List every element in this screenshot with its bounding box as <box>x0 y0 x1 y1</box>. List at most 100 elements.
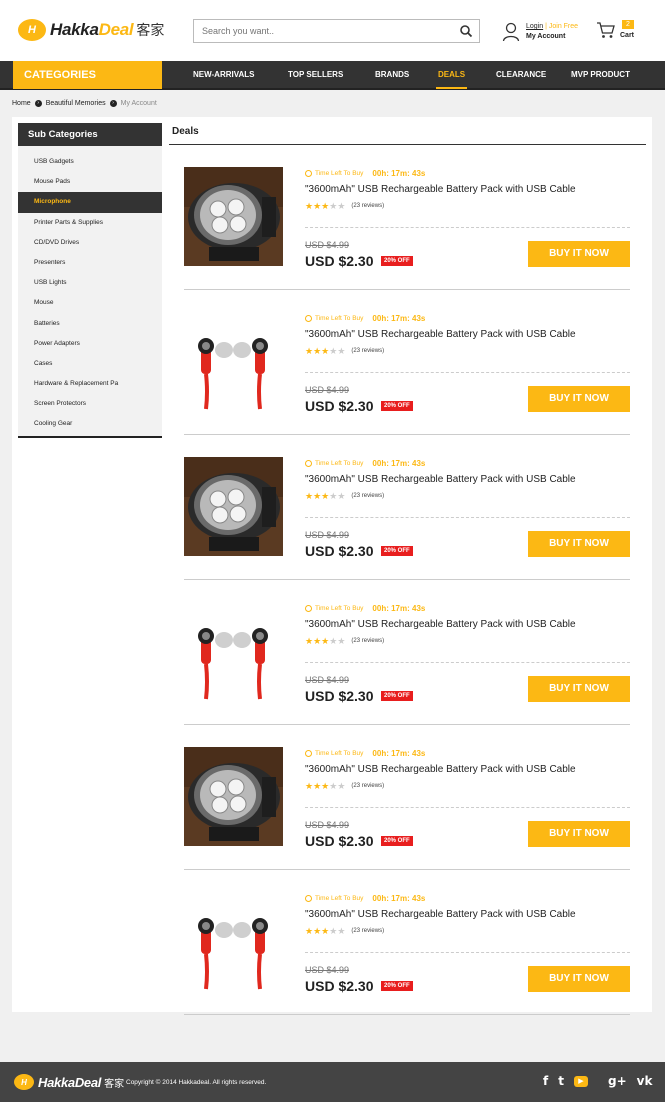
product-rating: ★ ★ ★ ★ ★ (23 reviews) <box>305 781 384 791</box>
star-icon: ★ <box>337 346 346 356</box>
cart-button[interactable]: 2 Cart <box>596 20 634 45</box>
timer-value: 00h: 17m: 43s <box>372 169 426 178</box>
product-image-flashlight[interactable] <box>184 457 283 556</box>
breadcrumb-beautiful-memories[interactable]: Beautiful Memories <box>46 100 106 107</box>
nav-deals[interactable]: DEALS <box>436 61 468 89</box>
product-image-earphones[interactable] <box>184 602 283 701</box>
buy-it-now-button[interactable]: BUY IT NOW <box>528 966 630 992</box>
product-rating: ★ ★ ★ ★ ★ (23 reviews) <box>305 491 384 501</box>
breadcrumb-home[interactable]: Home <box>12 100 31 107</box>
buy-it-now-button[interactable]: BUY IT NOW <box>528 241 630 267</box>
sidebar-item-usb-gadgets[interactable]: USB Gadgets <box>18 152 162 172</box>
nav-new-arrivals[interactable]: NEW-ARRIVALS <box>193 61 254 89</box>
timer-label: Time Left To Buy <box>315 750 364 757</box>
sidebar-item-screen-protectors[interactable]: Screen Protectors <box>18 394 162 414</box>
logo-text-hakka: Hakka <box>50 20 99 39</box>
search-input[interactable] <box>194 20 444 42</box>
review-count[interactable]: (23 reviews) <box>351 928 384 934</box>
breadcrumb: Home › Beautiful Memories › My Account <box>12 100 157 107</box>
my-account-link[interactable]: My Account <box>526 32 578 42</box>
nav-brands[interactable]: BRANDS <box>375 61 409 89</box>
sidebar-item-power-adapters[interactable]: Power Adapters <box>18 334 162 354</box>
youtube-icon[interactable]: ▶ <box>573 1075 588 1087</box>
cart-label: Cart <box>620 32 635 39</box>
footer-logo[interactable]: H HakkaDeal 客家 <box>14 1074 124 1090</box>
sidebar-item-presenters[interactable]: Presenters <box>18 253 162 273</box>
star-icon: ★ <box>329 781 338 791</box>
buy-it-now-button[interactable]: BUY IT NOW <box>528 531 630 557</box>
star-icon: ★ <box>313 491 322 501</box>
facebook-icon[interactable]: f <box>543 1074 548 1088</box>
twitter-icon[interactable]: t <box>558 1074 564 1088</box>
timer-value: 00h: 17m: 43s <box>372 749 426 758</box>
nav-mvp-product[interactable]: MVP PRODUCT <box>571 61 630 89</box>
product-title[interactable]: "3600mAh" USB Rechargeable Battery Pack … <box>305 619 576 630</box>
product-image-earphones[interactable] <box>184 312 283 411</box>
nav-clearance[interactable]: CLEARANCE <box>496 61 546 89</box>
product-title[interactable]: "3600mAh" USB Rechargeable Battery Pack … <box>305 909 576 920</box>
review-count[interactable]: (23 reviews) <box>351 783 384 789</box>
nav-top-sellers[interactable]: TOP SELLERS <box>288 61 343 89</box>
sale-price: USD $2.30 <box>305 398 374 414</box>
search-icon[interactable] <box>459 24 473 38</box>
sidebar-item-mouse-pads[interactable]: Mouse Pads <box>18 172 162 192</box>
breadcrumb-arrow-icon: › <box>109 100 117 107</box>
product-image-earphones[interactable] <box>184 892 283 991</box>
star-icon: ★ <box>305 636 314 646</box>
clock-icon <box>305 170 312 177</box>
divider <box>305 662 630 663</box>
cart-icon <box>597 22 615 38</box>
google-plus-icon[interactable]: g+ <box>608 1074 627 1088</box>
old-price: USD $4.99 <box>305 965 350 975</box>
old-price: USD $4.99 <box>305 240 350 250</box>
deal-timer: Time Left To Buy 00h: 17m: 43s <box>305 749 425 758</box>
sidebar-item-hardware-replacement-pa[interactable]: Hardware & Replacement Pa <box>18 374 162 394</box>
discount-badge: 20% OFF <box>381 401 413 411</box>
product-title[interactable]: "3600mAh" USB Rechargeable Battery Pack … <box>305 764 576 775</box>
buy-it-now-button[interactable]: BUY IT NOW <box>528 386 630 412</box>
logo-icon: H <box>18 19 46 41</box>
buy-it-now-button[interactable]: BUY IT NOW <box>528 821 630 847</box>
product-title[interactable]: "3600mAh" USB Rechargeable Battery Pack … <box>305 474 576 485</box>
star-icon: ★ <box>329 201 338 211</box>
sale-price: USD $2.30 <box>305 833 374 849</box>
cart-count-badge: 2 <box>622 20 634 29</box>
footer-logo-icon: H <box>14 1074 34 1090</box>
logo-text-deal: Deal <box>98 20 134 39</box>
sidebar-item-microphone[interactable]: Microphone <box>18 192 162 213</box>
buy-it-now-button[interactable]: BUY IT NOW <box>528 676 630 702</box>
product-image-flashlight[interactable] <box>184 167 283 266</box>
product-title[interactable]: "3600mAh" USB Rechargeable Battery Pack … <box>305 184 576 195</box>
sidebar-item-printer-parts-supplies[interactable]: Printer Parts & Supplies <box>18 213 162 233</box>
star-icon: ★ <box>321 346 330 356</box>
divider <box>305 952 630 953</box>
logo-chinese: 客家 <box>136 22 165 38</box>
deal-item: Time Left To Buy 00h: 17m: 43s "3600mAh" U… <box>184 580 630 725</box>
product-title[interactable]: "3600mAh" USB Rechargeable Battery Pack … <box>305 329 576 340</box>
sidebar-item-cooling-gear[interactable]: Cooling Gear <box>18 414 162 434</box>
star-icon: ★ <box>321 201 330 211</box>
old-price: USD $4.99 <box>305 675 350 685</box>
join-free-link[interactable]: Join Free <box>549 23 578 30</box>
deal-timer: Time Left To Buy 00h: 17m: 43s <box>305 459 425 468</box>
product-image-flashlight[interactable] <box>184 747 283 846</box>
review-count[interactable]: (23 reviews) <box>351 638 384 644</box>
star-icon: ★ <box>329 491 338 501</box>
review-count[interactable]: (23 reviews) <box>351 348 384 354</box>
discount-badge: 20% OFF <box>381 691 413 701</box>
login-link[interactable]: Login <box>526 23 543 30</box>
sidebar-item-cases[interactable]: Cases <box>18 354 162 374</box>
user-icon[interactable] <box>502 22 520 42</box>
categories-button[interactable]: CATEGORIES <box>13 61 162 89</box>
review-count[interactable]: (23 reviews) <box>351 493 384 499</box>
sidebar-item-cd-dvd-drives[interactable]: CD/DVD Drives <box>18 233 162 253</box>
breadcrumb-arrow-icon: › <box>34 100 42 107</box>
site-logo[interactable]: H HakkaDeal 客家 <box>18 19 164 41</box>
deal-item: Time Left To Buy 00h: 17m: 43s "3600mAh" U… <box>184 290 630 435</box>
sidebar-item-mouse[interactable]: Mouse <box>18 293 162 313</box>
sidebar-item-usb-lights[interactable]: USB Lights <box>18 273 162 293</box>
sidebar-item-batteries[interactable]: Batteries <box>18 314 162 334</box>
review-count[interactable]: (23 reviews) <box>351 203 384 209</box>
vk-icon[interactable]: vk <box>637 1074 653 1088</box>
star-icon: ★ <box>337 781 346 791</box>
